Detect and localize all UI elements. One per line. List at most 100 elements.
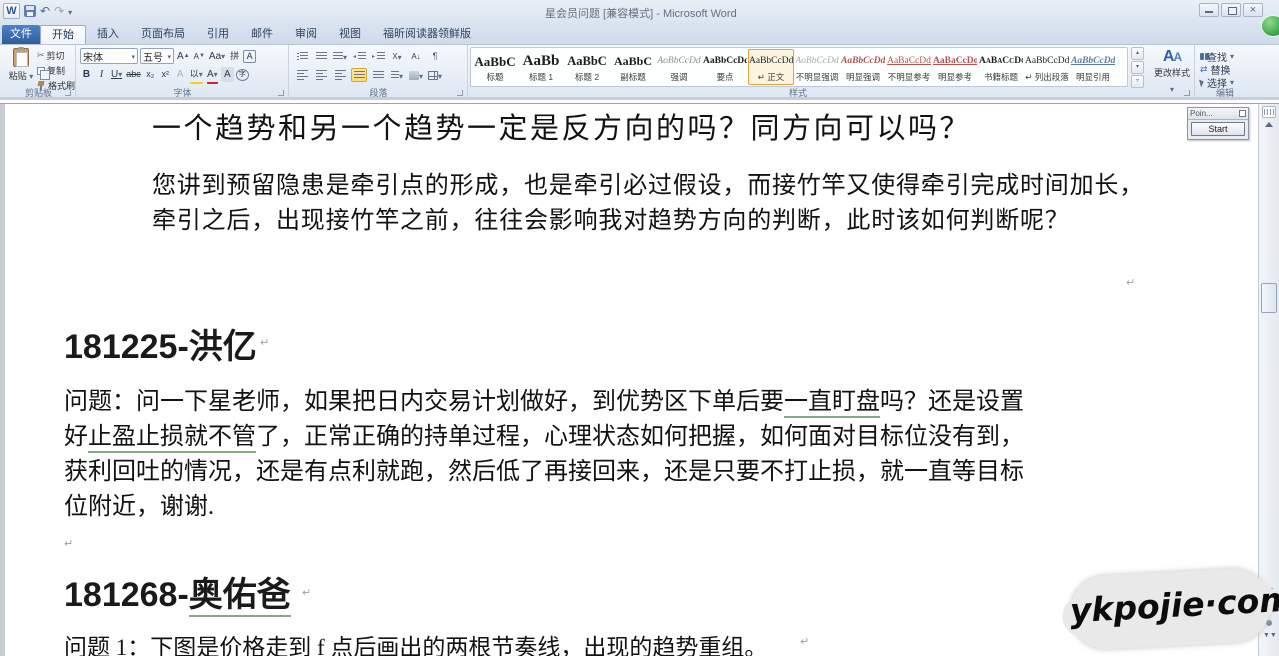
pointofix-title-bar[interactable]: Poin... [1188,108,1248,120]
strikethrough-button[interactable]: abc [125,67,142,82]
style-intense-reference[interactable]: AaBaCcDo明显参考 [932,49,978,85]
find-icon [1200,53,1204,60]
chevron-down-icon[interactable] [131,51,135,62]
bullets-button[interactable] [294,49,310,63]
tab-view[interactable]: 视图 [328,25,372,44]
character-shading-button[interactable]: A [221,67,234,82]
pointofix-window-icon[interactable] [1239,110,1246,117]
qat-dropdown-icon[interactable] [68,2,72,20]
font-size-combobox[interactable]: 五号 [140,48,174,64]
cut-button[interactable]: 剪切 [37,49,75,62]
minimize-button[interactable] [1199,3,1219,17]
word-window: W 星会员问题 [兼容模式] - Microsoft Word 文件 开始 插入… [0,0,1279,656]
restore-button[interactable] [1221,3,1241,17]
chevron-down-icon[interactable] [1170,79,1174,96]
style-normal-selected[interactable]: AaBbCcDd↵ 正文 [748,49,794,85]
ruler-toggle-icon[interactable] [1262,106,1276,118]
change-case-button[interactable]: Aa [208,49,226,64]
subscript-button[interactable]: x₂ [144,67,157,82]
paragraph-dialog-launcher[interactable] [457,90,465,98]
style-subtle-reference[interactable]: AaBaCcDd不明显参考 [886,49,932,85]
document-canvas[interactable]: 一个趋势和另一个趋势一定是反方向的吗？同方向可以吗？ 您讲到预留隐患是牵引点的形… [0,103,1279,656]
sort-button[interactable]: A↓ [408,49,424,63]
font-color-button[interactable]: A [206,67,219,82]
italic-button[interactable]: I [95,67,108,82]
justify-button[interactable] [351,68,367,82]
style-intense-quote[interactable]: AaBbCcDd明显引用 [1070,49,1116,85]
chevron-down-icon[interactable] [118,67,122,82]
paste-dropdown-icon[interactable] [29,71,33,81]
style-book-title[interactable]: AaBaCcDo书籍标题 [978,49,1024,85]
style-heading-1[interactable]: AaBb标题 1 [518,49,564,85]
numbering-button[interactable] [313,49,329,63]
underline-button[interactable]: U [110,67,123,82]
save-icon[interactable] [24,5,36,17]
line-spacing-button[interactable] [389,68,405,82]
copy-icon [37,67,45,75]
clipboard-dialog-launcher[interactable] [65,90,73,98]
close-button[interactable] [1243,3,1263,17]
start-button[interactable]: Start [1191,122,1245,136]
chevron-down-icon[interactable] [167,51,171,62]
style-title[interactable]: AaBbC标题 [472,49,518,85]
editing-group-label: 编辑 [1196,86,1254,99]
quick-access-toolbar: W [3,2,72,20]
style-heading-2[interactable]: AaBbC标题 2 [564,49,610,85]
font-name-combobox[interactable]: 宋体 [80,48,138,64]
paragraph-mark-icon [302,586,311,599]
scrollbar-thumb[interactable] [1261,283,1277,313]
shrink-font-button[interactable]: A▼ [193,49,206,64]
style-list-paragraph[interactable]: AaBbCcDd↵ 列出段落 [1024,49,1070,85]
tab-home[interactable]: 开始 [40,25,86,44]
tab-file[interactable]: 文件 [2,25,40,44]
tab-mailings[interactable]: 邮件 [240,25,284,44]
increase-indent-button[interactable] [370,49,386,63]
borders-button[interactable] [427,68,443,82]
asian-layout-button[interactable]: X [389,49,405,63]
floating-assistant-ball-icon[interactable] [1261,15,1279,37]
highlight-color-button[interactable]: 以 [189,67,204,82]
change-styles-button[interactable]: AA 更改样式 [1149,48,1195,94]
paste-button[interactable]: 粘贴 [6,48,36,88]
scroll-up-arrow-icon[interactable] [1265,122,1273,127]
chevron-down-icon[interactable] [214,67,218,82]
decrease-indent-button[interactable] [351,49,367,63]
tab-references[interactable]: 引用 [196,25,240,44]
align-center-button[interactable] [313,68,329,82]
tab-insert[interactable]: 插入 [86,25,130,44]
shading-button[interactable] [408,68,424,82]
multilevel-list-button[interactable] [332,49,348,63]
style-intense-emphasis[interactable]: AaBbCcDd明显强调 [840,49,886,85]
style-strong[interactable]: AaBbCcDd要点 [702,49,748,85]
tab-page-layout[interactable]: 页面布局 [130,25,196,44]
tab-review[interactable]: 审阅 [284,25,328,44]
question1-line3: 获利回吐的情况，还是有点利就跑，然后低了再接回来，还是只要不打止损，就一直等目标 [64,451,1024,486]
gallery-scroll-down[interactable]: ▾ [1131,61,1144,74]
bold-button[interactable]: B [80,67,93,82]
styles-dialog-launcher[interactable] [1184,90,1192,98]
style-emphasis[interactable]: AoBbCcDd强调 [656,49,702,85]
word-app-icon[interactable]: W [3,3,20,19]
style-subtle-emphasis[interactable]: AoBbCcDd不明显强调 [794,49,840,85]
gallery-more-button[interactable]: ▿ [1131,75,1144,88]
copy-button[interactable]: 复制 [37,64,75,77]
show-marks-button[interactable] [427,49,443,63]
gallery-scroll-up[interactable]: ▴ [1131,47,1144,60]
text-effects-button[interactable]: A [174,67,187,82]
chevron-down-icon [343,47,347,65]
redo-icon[interactable] [54,2,64,20]
character-border-button[interactable]: A [243,50,256,63]
align-left-button[interactable] [294,68,310,82]
enclose-characters-button[interactable]: 字 [236,69,249,81]
grow-font-button[interactable]: A▲ [176,49,191,64]
undo-icon[interactable] [40,2,50,20]
phonetic-guide-button[interactable]: 拼 [228,49,241,64]
tab-foxit[interactable]: 福昕阅读器领鲜版 [372,25,482,44]
chevron-down-icon[interactable] [199,67,203,82]
style-subtitle[interactable]: AaBbC副标题 [610,49,656,85]
font-dialog-launcher[interactable] [278,90,286,98]
pointofix-title: Poin... [1190,109,1213,118]
superscript-button[interactable]: x² [159,67,172,82]
align-right-button[interactable] [332,68,348,82]
distribute-button[interactable] [370,68,386,82]
